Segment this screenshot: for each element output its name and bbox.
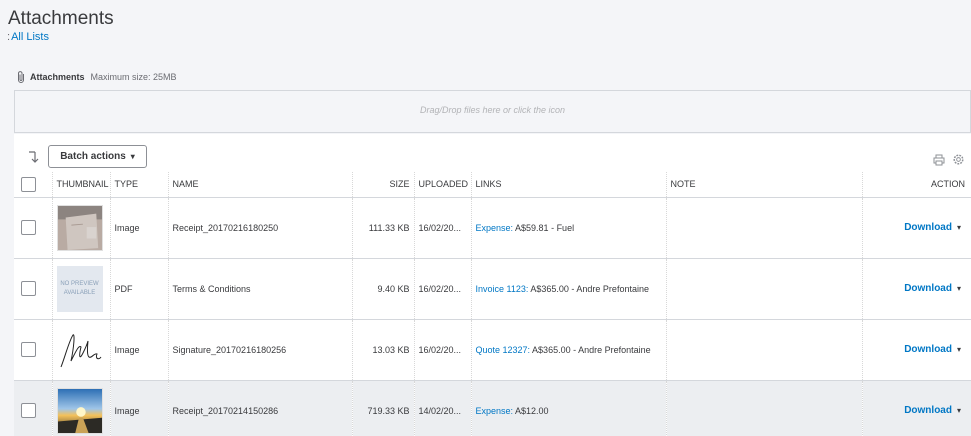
print-icon[interactable]: [933, 154, 945, 166]
size-cell: 111.33 KB: [351, 197, 414, 259]
transaction-link[interactable]: Expense:: [476, 223, 514, 233]
sort-toggle-icon[interactable]: [27, 149, 41, 165]
batch-actions-button[interactable]: Batch actions ▾: [48, 145, 147, 168]
action-cell: Download ▾: [861, 319, 971, 381]
column-header-thumbnail[interactable]: THUMBNAIL: [51, 172, 110, 198]
attachments-table-panel: Batch actions ▾ THUMBNAIL TYPE NAME SIZE…: [14, 134, 971, 436]
table-header-row: THUMBNAIL TYPE NAME SIZE UPLOADED LINKS …: [14, 172, 971, 198]
row-checkbox[interactable]: [21, 342, 36, 357]
row-checkbox-cell: [14, 258, 52, 320]
row-checkbox[interactable]: [21, 403, 36, 418]
type-cell: Image: [109, 197, 168, 259]
available-text: AVAILABLE: [63, 289, 96, 296]
download-button[interactable]: Download: [904, 405, 952, 416]
thumbnail-cell: [51, 380, 110, 436]
batch-actions-label: Batch actions: [60, 151, 126, 162]
transaction-link[interactable]: Quote 12327:: [476, 345, 531, 355]
column-header-action: ACTION: [861, 172, 971, 198]
page-title: Attachments: [8, 8, 114, 29]
row-checkbox-cell: [14, 380, 52, 436]
type-cell: Image: [109, 380, 168, 436]
chevron-down-icon[interactable]: ▾: [957, 284, 961, 293]
sunset-thumbnail[interactable]: [56, 387, 103, 434]
column-header-uploaded[interactable]: UPLOADED: [413, 172, 471, 198]
name-cell: Receipt_20170214150286: [167, 380, 352, 436]
no-preview-thumbnail[interactable]: NO PREVIEW AVAILABLE: [56, 265, 103, 312]
column-header-note[interactable]: NOTE: [665, 172, 862, 198]
download-button[interactable]: Download: [904, 283, 952, 294]
chevron-down-icon[interactable]: ▾: [957, 223, 961, 232]
table-row: NO PREVIEW AVAILABLE PDF Terms & Conditi…: [14, 258, 971, 320]
link-detail: A$12.00: [513, 405, 549, 416]
attachments-label: Attachments: [30, 72, 85, 82]
row-checkbox[interactable]: [21, 281, 36, 296]
gear-icon[interactable]: [952, 153, 965, 166]
action-cell: Download ▾: [861, 197, 971, 259]
download-button[interactable]: Download: [904, 344, 952, 355]
links-cell: Expense: A$12.00: [470, 380, 666, 436]
row-checkbox-cell: [14, 319, 52, 381]
column-header-name[interactable]: NAME: [167, 172, 352, 198]
transaction-link[interactable]: Invoice 1123:: [476, 284, 529, 294]
select-all-cell: [14, 172, 52, 198]
uploaded-cell: 16/02/20...: [413, 258, 471, 320]
file-dropzone[interactable]: Drag/Drop files here or click the icon: [14, 90, 971, 133]
name-cell: Receipt_20170216180250: [167, 197, 352, 259]
size-cell: 719.33 KB: [351, 380, 414, 436]
link-detail: A$365.00 - Andre Prefontaine: [528, 283, 649, 294]
table-row: Image Receipt_20170214150286 719.33 KB 1…: [14, 380, 971, 436]
attachments-header: Attachments Maximum size: 25MB: [16, 69, 177, 85]
action-cell: Download ▾: [861, 258, 971, 320]
link-detail: A$59.81 - Fuel: [513, 222, 575, 233]
thumbnail-cell: NO PREVIEW AVAILABLE: [51, 258, 110, 320]
transaction-link[interactable]: Expense:: [476, 406, 514, 416]
uploaded-cell: 16/02/20...: [413, 319, 471, 381]
note-cell[interactable]: [665, 380, 862, 436]
size-cell: 13.03 KB: [351, 319, 414, 381]
column-header-size[interactable]: SIZE: [351, 172, 414, 198]
type-cell: Image: [109, 319, 168, 381]
name-cell: Signature_20170216180256: [167, 319, 352, 381]
receipt-thumbnail[interactable]: [56, 204, 103, 251]
paperclip-icon[interactable]: [16, 70, 26, 84]
note-cell[interactable]: [665, 319, 862, 381]
row-checkbox[interactable]: [21, 220, 36, 235]
row-checkbox-cell: [14, 197, 52, 259]
chevron-down-icon[interactable]: ▾: [957, 406, 961, 415]
name-cell: Terms & Conditions: [167, 258, 352, 320]
action-cell: Download ▾: [861, 380, 971, 436]
all-lists-link[interactable]: :All Lists: [7, 31, 49, 43]
table-row: Image Signature_20170216180256 13.03 KB …: [14, 319, 971, 381]
table-toolbar: Batch actions ▾: [14, 134, 971, 172]
thumbnail-cell: [51, 197, 110, 259]
chevron-down-icon: ▾: [130, 152, 135, 161]
thumbnail-cell: [51, 319, 110, 381]
max-size-label: Maximum size: 25MB: [90, 72, 177, 82]
note-cell[interactable]: [665, 197, 862, 259]
uploaded-cell: 16/02/20...: [413, 197, 471, 259]
back-cue: :: [7, 31, 11, 43]
link-detail: A$365.00 - Andre Prefontaine: [530, 344, 651, 355]
table-row: Image Receipt_20170216180250 111.33 KB 1…: [14, 197, 971, 259]
links-cell: Quote 12327: A$365.00 - Andre Prefontain…: [470, 319, 666, 381]
size-cell: 9.40 KB: [351, 258, 414, 320]
links-cell: Expense: A$59.81 - Fuel: [470, 197, 666, 259]
download-button[interactable]: Download: [904, 222, 952, 233]
chevron-down-icon[interactable]: ▾: [957, 345, 961, 354]
note-cell[interactable]: [665, 258, 862, 320]
links-cell: Invoice 1123: A$365.00 - Andre Prefontai…: [470, 258, 666, 320]
column-header-type[interactable]: TYPE: [109, 172, 168, 198]
select-all-checkbox[interactable]: [21, 176, 36, 192]
uploaded-cell: 14/02/20...: [413, 380, 471, 436]
all-lists-label[interactable]: All Lists: [11, 31, 49, 43]
signature-thumbnail[interactable]: [56, 326, 103, 373]
no-preview-text: NO PREVIEW: [60, 280, 99, 287]
type-cell: PDF: [109, 258, 168, 320]
column-header-links[interactable]: LINKS: [470, 172, 666, 198]
attachments-table: THUMBNAIL TYPE NAME SIZE UPLOADED LINKS …: [14, 172, 971, 436]
dropzone-text: Drag/Drop files here or click the icon: [419, 105, 566, 115]
